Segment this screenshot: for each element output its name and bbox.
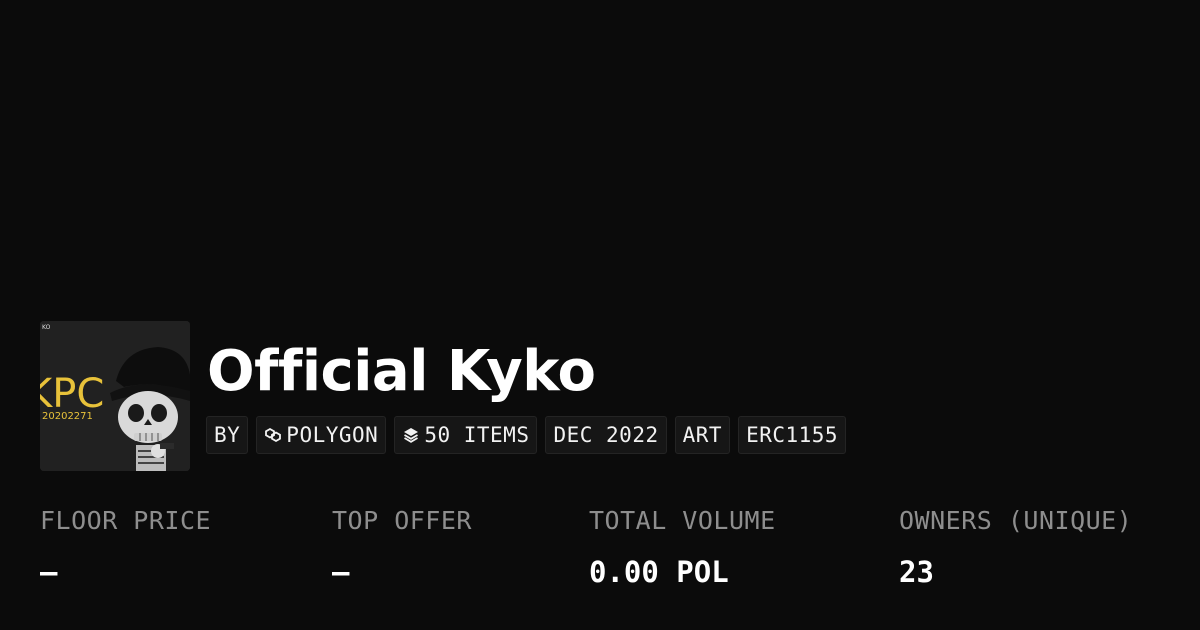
polygon-icon [265, 427, 282, 443]
collection-thumbnail: KO KPC 20202271 [40, 321, 190, 471]
stat-label: OWNERS (UNIQUE) [899, 506, 1133, 535]
stat-value: 0.00 POL [589, 555, 729, 589]
items-label: 50 ITEMS [424, 423, 530, 447]
thumb-corner-text: KO [42, 324, 51, 331]
stat-floor-price: FLOOR PRICE – [40, 504, 211, 590]
stat-value: – [40, 555, 58, 589]
creator-chip[interactable]: BY [206, 416, 249, 454]
stat-top-offer: TOP OFFER – [332, 504, 472, 590]
layers-icon [404, 428, 419, 443]
skull-artwork-image: KO KPC 20202271 [40, 321, 190, 471]
collection-card: KO KPC 20202271 Official Kyko [0, 0, 1200, 630]
stat-value: 23 [899, 555, 934, 589]
collection-title: Official Kyko [207, 339, 596, 404]
date-chip: DEC 2022 [545, 416, 667, 454]
stat-label: TOTAL VOLUME [589, 506, 776, 535]
token-standard-label: ERC1155 [746, 423, 839, 447]
creator-label: BY [214, 423, 241, 447]
items-chip[interactable]: 50 ITEMS [394, 416, 538, 454]
stat-total-volume: TOTAL VOLUME 0.00 POL [589, 504, 776, 590]
category-chip[interactable]: ART [674, 416, 731, 454]
thumb-small-text: 20202271 [42, 411, 93, 422]
stat-owners: OWNERS (UNIQUE) 23 [899, 504, 1132, 590]
stat-label: FLOOR PRICE [40, 506, 212, 535]
stat-label: TOP OFFER [332, 506, 472, 535]
date-label: DEC 2022 [553, 423, 659, 447]
chain-chip[interactable]: POLYGON [256, 416, 387, 454]
token-standard-chip: ERC1155 [738, 416, 847, 454]
stat-value: – [332, 555, 350, 589]
category-label: ART [682, 423, 723, 447]
chain-label: POLYGON [286, 423, 379, 447]
collection-meta-chips: BY POLYGON 50 ITEMS DEC 2022 ART ERC1155 [206, 416, 847, 454]
